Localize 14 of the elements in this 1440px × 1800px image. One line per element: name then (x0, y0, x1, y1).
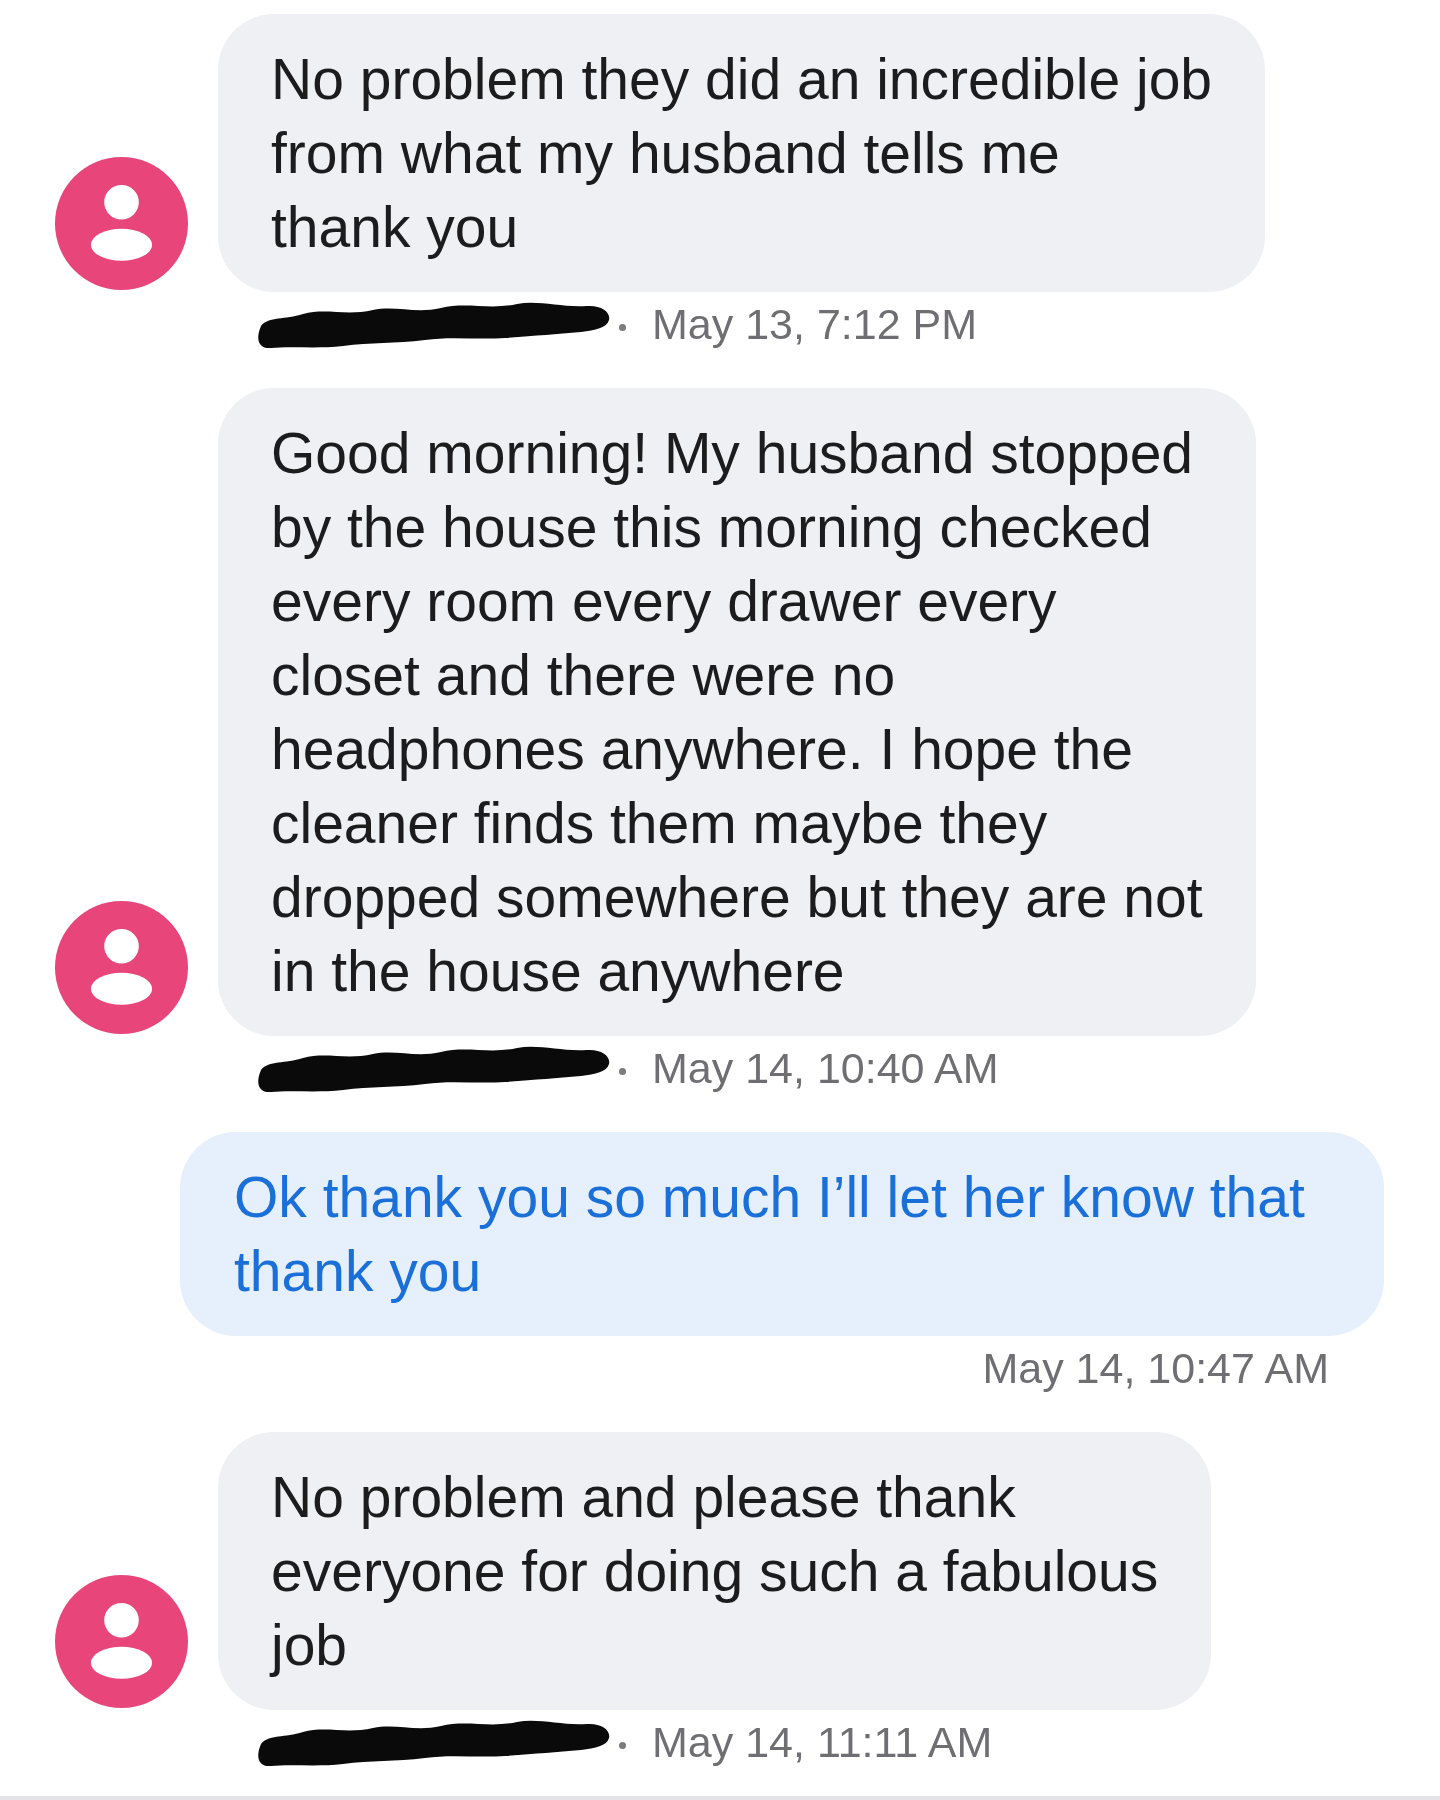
person-avatar-icon (55, 901, 188, 1034)
timestamp: May 14, 10:47 AM (982, 1344, 1329, 1392)
person-avatar-icon (55, 157, 188, 290)
message-bubble: No problem and please thank everyone for doing such a fabulous job (218, 1432, 1212, 1710)
separator-dot-icon (619, 1067, 626, 1075)
separator-dot-icon (619, 323, 626, 331)
timestamp: May 14, 10:40 AM (652, 1044, 999, 1092)
person-avatar-icon (55, 1575, 188, 1708)
message-bubble: Ok thank you so much I’ll let her know that thank you (180, 1132, 1384, 1336)
message-bubble: Good morning! My husband stopped by the house this morning checked every room every drawer every closet and there were no headphones anywhere. I hope the cleaner finds them maybe they dropped somewhere but they are not in the house anywhere (218, 388, 1256, 1036)
separator-dot-icon (619, 1741, 626, 1749)
timestamp: May 14, 11:11 AM (652, 1718, 993, 1766)
message-bubble: No problem they did an incredible job from what my husband tells me thank you (218, 14, 1266, 292)
timestamp: May 13, 7:12 PM (652, 300, 978, 348)
